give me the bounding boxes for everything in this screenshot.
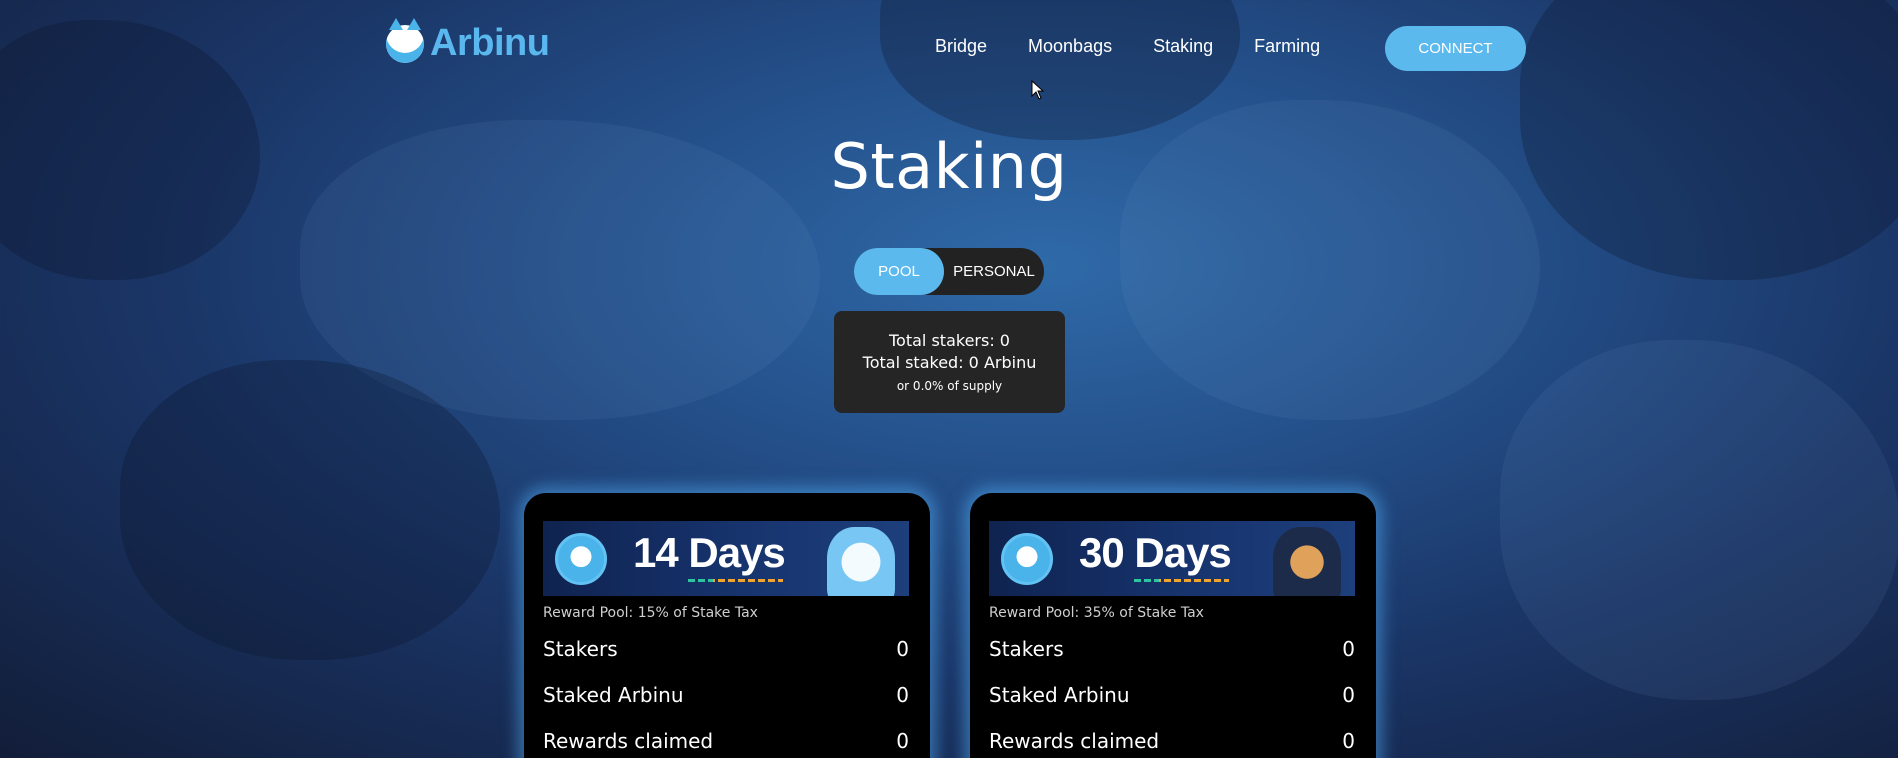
brand-name: Arbinu [430,22,550,64]
banner-dashes [1134,579,1159,582]
pool-duration: 14 Days [633,529,786,576]
reward-pool-text: Reward Pool: 15% of Stake Tax [543,605,758,621]
nav-moonbags[interactable]: Moonbags [1028,36,1112,57]
arbinu-coin-icon [555,533,607,585]
nav-bridge[interactable]: Bridge [935,36,987,57]
nav-staking[interactable]: Staking [1153,36,1213,57]
stat-value: 0 [896,683,909,707]
banner-dashes [688,579,713,582]
background-pattern [1500,340,1898,700]
stat-value: 0 [1342,683,1355,707]
toggle-pool[interactable]: POOL [854,248,944,295]
pool-card-14-days: 14 Days Reward Pool: 15% of Stake Tax St… [524,493,930,758]
reward-pool-text: Reward Pool: 35% of Stake Tax [989,605,1204,621]
stat-value: 0 [896,637,909,661]
pool-duration: 30 Days [1079,529,1232,576]
supply-percentage: or 0.0% of supply [896,379,1003,393]
stat-label: Stakers [989,637,1064,661]
shiba-logo-icon [386,17,424,63]
page-title: Staking [830,130,1068,203]
arbinu-coin-icon [1001,533,1053,585]
stat-row-stakers: Stakers 0 [989,637,1355,661]
white-dog-mascot-icon [827,527,895,596]
stat-label: Staked Arbinu [989,683,1130,707]
pool-banner: 14 Days [543,521,909,596]
shiba-mascot-icon [1273,527,1341,596]
total-stakers: Total stakers: 0 [889,331,1010,350]
stat-label: Stakers [543,637,618,661]
pool-banner: 30 Days [989,521,1355,596]
staking-stats-box: Total stakers: 0 Total staked: 0 Arbinu … [834,311,1065,413]
nav-farming[interactable]: Farming [1254,36,1320,57]
stat-label: Rewards claimed [989,729,1160,753]
background-pattern [880,0,1240,140]
pool-card-30-days: 30 Days Reward Pool: 35% of Stake Tax St… [970,493,1376,758]
brand-logo[interactable]: Arbinu [386,17,550,65]
connect-button[interactable]: CONNECT [1385,26,1526,71]
pool-personal-toggle: POOL PERSONAL [854,248,1044,295]
stat-row-rewards-claimed: Rewards claimed 0 [989,729,1355,753]
stat-label: Staked Arbinu [543,683,684,707]
stat-label: Rewards claimed [543,729,714,753]
stat-value: 0 [896,729,909,753]
total-staked: Total staked: 0 Arbinu [862,353,1037,372]
stat-row-staked: Staked Arbinu 0 [543,683,909,707]
stat-value: 0 [1342,729,1355,753]
main-nav: Bridge Moonbags Staking Farming [935,36,1320,57]
stat-row-stakers: Stakers 0 [543,637,909,661]
stat-value: 0 [1342,637,1355,661]
stat-row-staked: Staked Arbinu 0 [989,683,1355,707]
toggle-personal[interactable]: PERSONAL [944,248,1044,295]
stat-row-rewards-claimed: Rewards claimed 0 [543,729,909,753]
